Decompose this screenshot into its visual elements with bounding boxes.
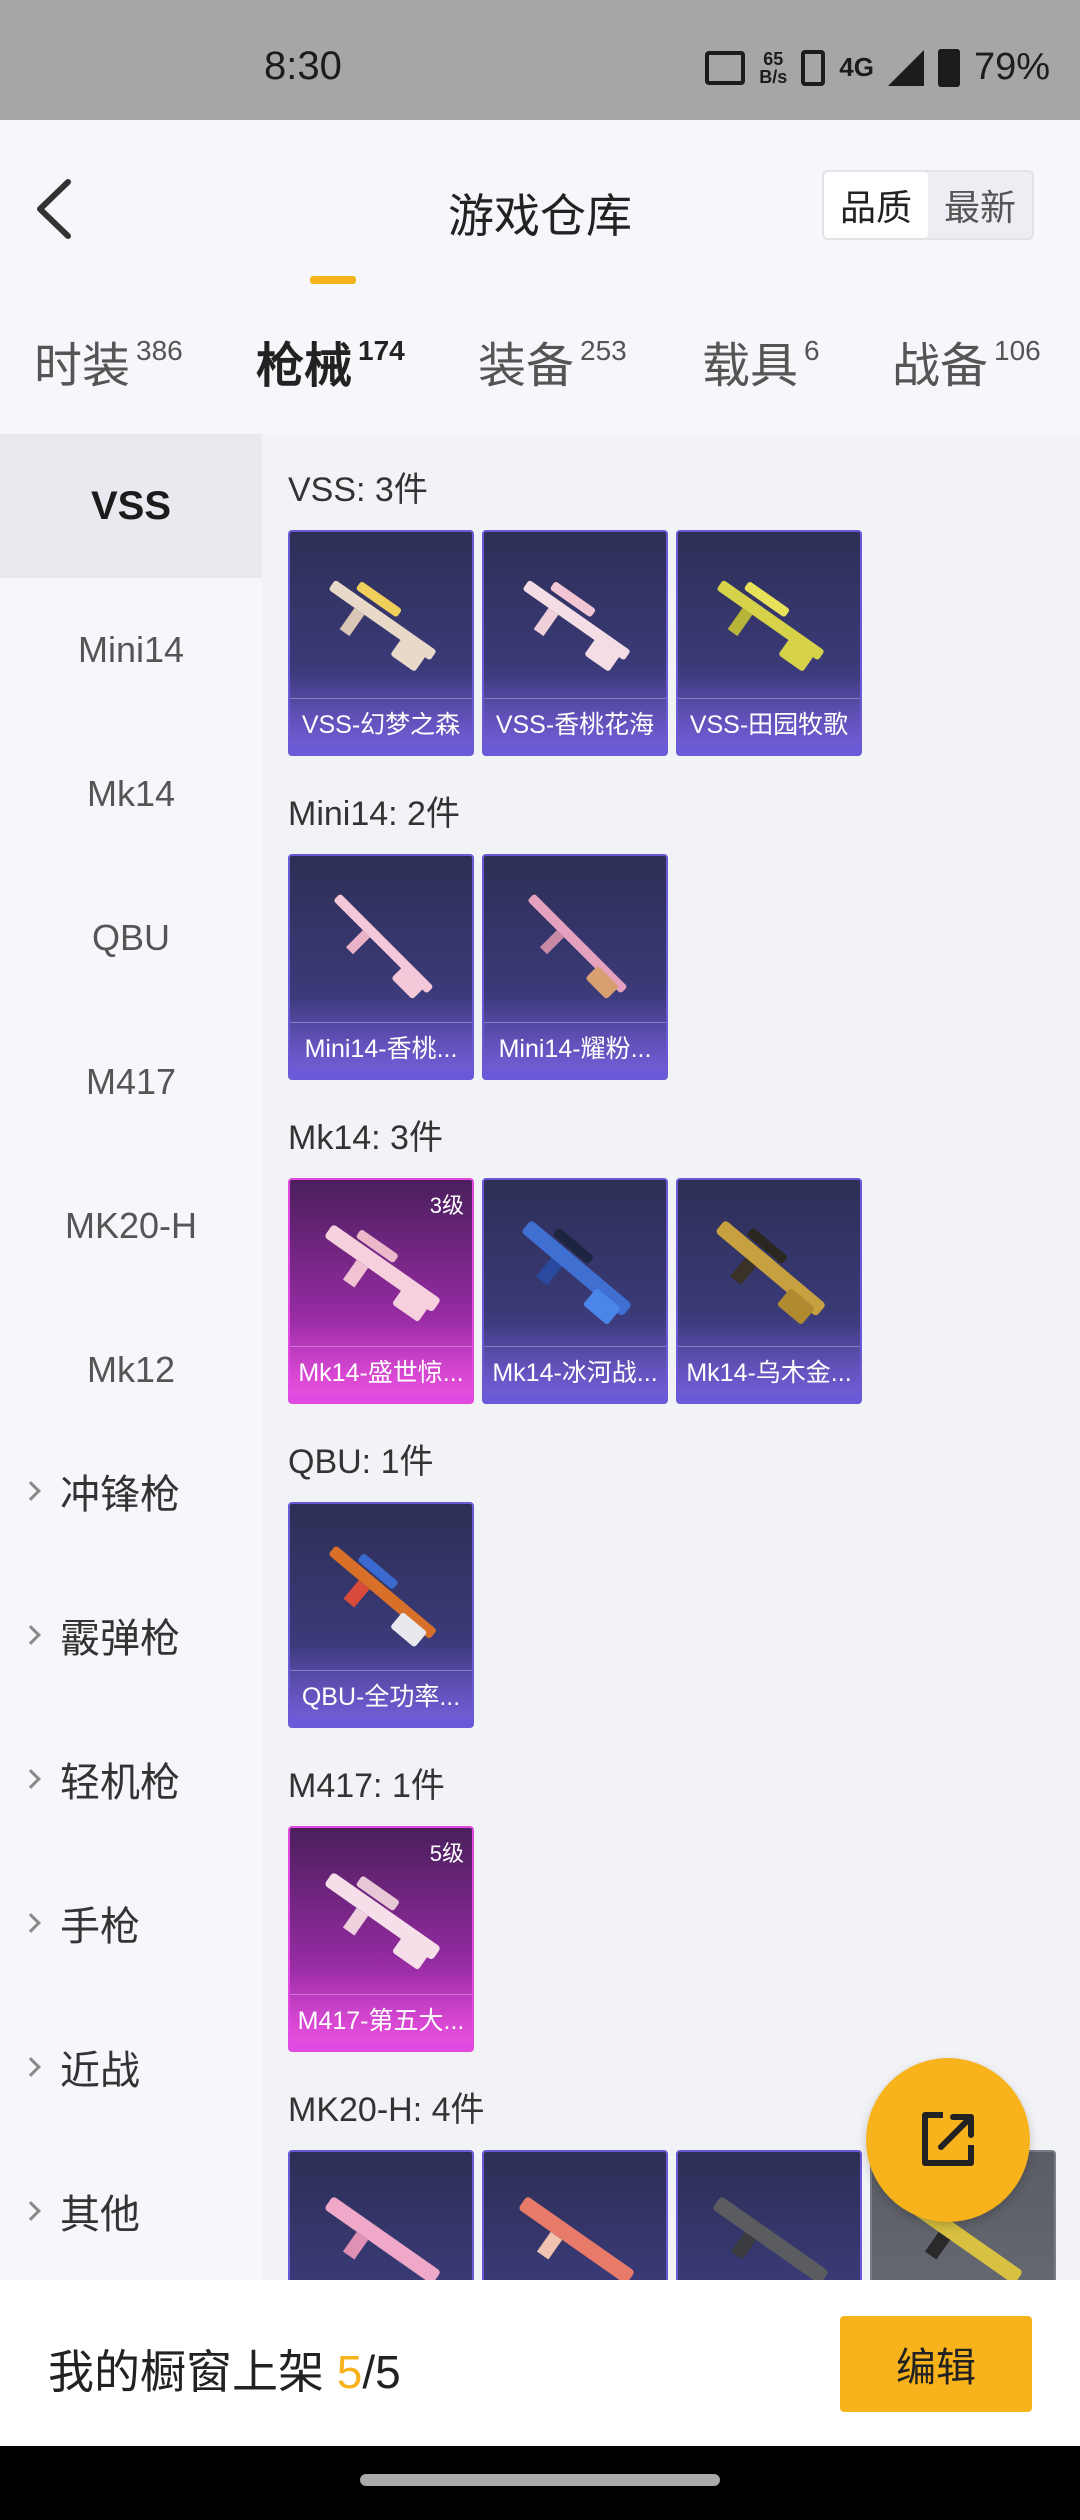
tab-equipment[interactable]: 装备 253 — [478, 326, 627, 396]
weapon-sidebar: VSS Mini14 Mk14 QBU M417 MK20-H Mk12 冲锋枪… — [0, 434, 262, 2280]
group-title-m417: M417: 1件 — [288, 1767, 445, 1805]
skin-card[interactable]: VSS-香桃花海 — [482, 530, 668, 756]
rifle-icon — [329, 1546, 436, 1647]
system-nav-bar — [0, 2446, 1080, 2520]
rifle-icon — [325, 1873, 440, 1970]
clock: 8:30 — [264, 44, 342, 88]
chevron-right-icon — [21, 1481, 41, 1501]
sidebar-category-pistol[interactable]: 手枪 — [21, 1894, 140, 1952]
skin-card[interactable]: 3级 Mk14-盛世惊... — [288, 1178, 474, 1404]
battery-percent: 79% — [973, 46, 1050, 88]
tab-fashion[interactable]: 时装 386 — [34, 326, 183, 396]
showcase-label: 我的橱窗上架 5/5 — [48, 2346, 401, 2398]
rifle-icon — [523, 580, 630, 671]
skin-card[interactable]: Mini14-香桃... — [288, 854, 474, 1080]
skin-card[interactable]: QBU-全功率... — [288, 1502, 474, 1728]
skin-card[interactable]: 5级 M417-第五大... — [288, 1826, 474, 2052]
sidebar-item-mk12[interactable]: Mk12 — [0, 1298, 262, 1442]
rifle-icon — [716, 1221, 825, 1324]
level-badge: 3级 — [429, 1193, 464, 1218]
skin-card[interactable]: Mini14-耀粉... — [482, 854, 668, 1080]
sidebar-category-lmg[interactable]: 轻机枪 — [21, 1750, 180, 1808]
sidebar-item-mini14[interactable]: Mini14 — [0, 578, 262, 722]
edit-button[interactable]: 编辑 — [840, 2316, 1032, 2412]
sidebar-category-smg[interactable]: 冲锋枪 — [21, 1462, 180, 1520]
sidebar-category-other[interactable]: 其他 — [21, 2182, 140, 2240]
header: 游戏仓库 品质 最新 时装 386 枪械 174 装备 253 载具 6 战备 106 — [0, 120, 1080, 410]
battery-icon — [937, 48, 960, 87]
sidebar-item-m417[interactable]: M417 — [0, 1010, 262, 1154]
rifle-icon — [325, 2197, 440, 2280]
group-title-mini14: Mini14: 2件 — [288, 795, 460, 833]
rifle-icon — [329, 580, 436, 671]
rifle-icon — [519, 2197, 634, 2280]
level-badge: 5级 — [429, 1841, 464, 1866]
sidebar-item-mk14[interactable]: Mk14 — [0, 722, 262, 866]
status-bar: 8:30 65 B/s 4G 79% — [0, 0, 1080, 120]
home-gesture-handle[interactable] — [360, 2474, 720, 2486]
share-icon — [922, 2112, 974, 2166]
rifle-icon — [334, 894, 433, 999]
active-tab-indicator — [310, 276, 356, 284]
sort-newest-button[interactable]: 最新 — [928, 172, 1032, 238]
tab-vehicles[interactable]: 载具 6 — [702, 326, 820, 396]
group-title-mk20h: MK20-H: 4件 — [288, 2091, 485, 2129]
group-title-vss: VSS: 3件 — [288, 471, 428, 509]
rifle-icon — [713, 2197, 828, 2280]
sidebar-category-melee[interactable]: 近战 — [21, 2038, 140, 2096]
rifle-icon — [325, 1225, 440, 1322]
group-title-mk14: Mk14: 3件 — [288, 1119, 443, 1157]
rifle-icon — [528, 894, 627, 999]
sort-quality-button[interactable]: 品质 — [824, 172, 928, 238]
weapon-grid: VSS: 3件 VSS-幻梦之森 VSS-香桃花海 VSS-田园牧歌 Mini1… — [262, 434, 1080, 2280]
chevron-right-icon — [21, 2201, 41, 2221]
chevron-right-icon — [21, 1913, 41, 1933]
sim-icon — [801, 49, 826, 86]
rifle-icon — [522, 1221, 631, 1324]
skin-card[interactable]: VSS-田园牧歌 — [676, 530, 862, 756]
sidebar-item-qbu[interactable]: QBU — [0, 866, 262, 1010]
net-speed: 65 B/s — [759, 48, 788, 87]
sidebar-item-mk20h[interactable]: MK20-H — [0, 1154, 262, 1298]
sort-toggle: 品质 最新 — [822, 170, 1034, 240]
skin-card[interactable] — [288, 2150, 474, 2280]
group-title-qbu: QBU: 1件 — [288, 1443, 434, 1481]
chevron-right-icon — [21, 2057, 41, 2077]
network-type: 4G — [839, 52, 874, 82]
vibrate-icon — [705, 50, 746, 85]
signal-icon — [887, 49, 924, 86]
chevron-right-icon — [21, 1769, 41, 1789]
skin-card[interactable]: Mk14-乌木金... — [676, 1178, 862, 1404]
skin-card[interactable] — [482, 2150, 668, 2280]
category-tabs: 时装 386 枪械 174 装备 253 载具 6 战备 106 — [0, 320, 1080, 410]
share-button[interactable] — [866, 2058, 1030, 2222]
skin-card[interactable]: Mk14-冰河战... — [482, 1178, 668, 1404]
tab-firearms[interactable]: 枪械 174 — [256, 326, 405, 396]
sidebar-category-shotgun[interactable]: 霰弹枪 — [21, 1606, 180, 1664]
showcase-count: 5 — [336, 2346, 363, 2398]
chevron-right-icon — [21, 1625, 41, 1645]
status-icons: 65 B/s 4G 79% — [705, 46, 1050, 89]
skin-card[interactable] — [676, 2150, 862, 2280]
tab-supplies[interactable]: 战备 106 — [892, 326, 1041, 396]
rifle-icon — [717, 580, 824, 671]
showcase-bar: 我的橱窗上架 5/5 编辑 — [0, 2280, 1080, 2446]
skin-card[interactable]: VSS-幻梦之森 — [288, 530, 474, 756]
sidebar-item-vss[interactable]: VSS — [0, 434, 262, 578]
